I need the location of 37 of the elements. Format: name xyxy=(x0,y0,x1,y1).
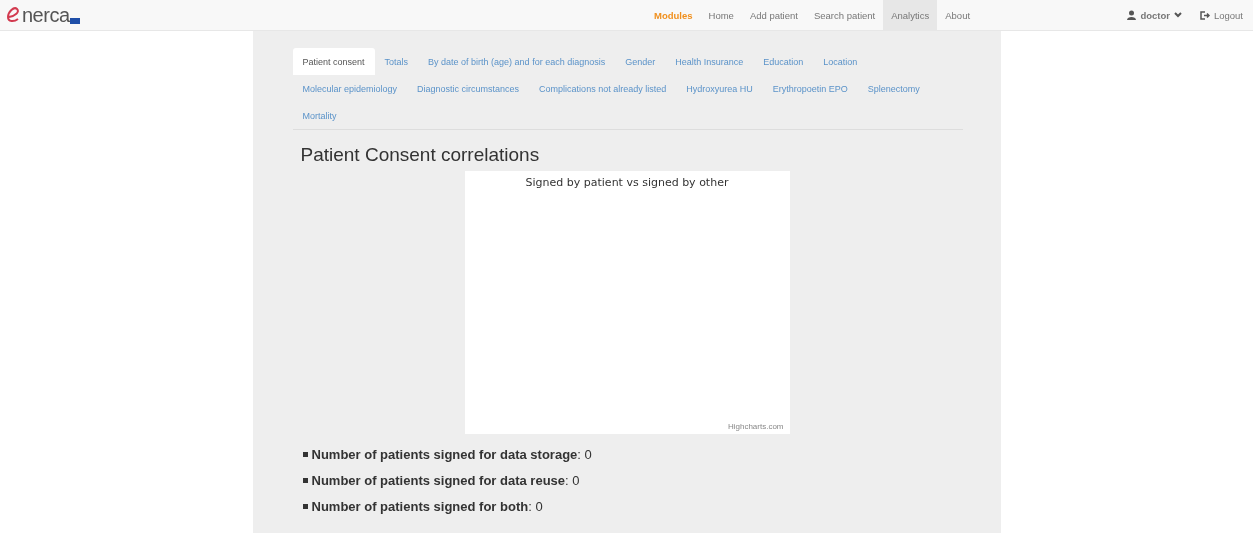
stat-text: Number of patients signed for both: 0 xyxy=(311,499,543,514)
tab[interactable]: Erythropoetin EPO xyxy=(762,75,858,102)
tab[interactable]: Mortality xyxy=(292,102,347,129)
bullet-icon xyxy=(302,504,308,509)
chart-credit[interactable]: Highcharts.com xyxy=(727,422,784,431)
logout-icon xyxy=(1199,10,1210,20)
brand-name[interactable]: nerca xyxy=(22,3,70,27)
tab[interactable]: Gender xyxy=(615,48,666,75)
nav-link[interactable]: Search patient xyxy=(805,0,884,30)
chart-title: Signed by patient vs signed by other xyxy=(525,176,729,189)
stat-text: Number of patients signed for data storage: 0 xyxy=(311,447,592,462)
tab[interactable]: Education xyxy=(753,48,814,75)
bullet-icon xyxy=(302,452,308,457)
logout-link[interactable]: Logout xyxy=(1199,9,1243,21)
user-icon xyxy=(1127,10,1137,20)
bullet-icon xyxy=(302,478,308,483)
tab[interactable]: Hydroxyurea HU xyxy=(676,75,763,102)
chevron-down-icon xyxy=(1173,12,1182,18)
tab[interactable]: Patient consent xyxy=(292,48,375,75)
tab[interactable]: Diagnostic circumstances xyxy=(407,75,530,102)
nav-link[interactable]: Analytics xyxy=(883,0,938,30)
tab[interactable]: By date of birth (age) and for each diagnosis xyxy=(418,48,616,75)
user-menu[interactable]: doctor xyxy=(1127,9,1182,21)
tab[interactable]: Molecular epidemiology xyxy=(292,75,408,102)
tab[interactable]: Health Insurance xyxy=(665,48,754,75)
page-heading: Patient Consent correlations xyxy=(300,144,541,166)
logo-swoosh-icon xyxy=(6,6,22,24)
nav-link[interactable]: Home xyxy=(700,0,742,30)
tab[interactable]: Totals xyxy=(374,48,419,75)
tab[interactable]: Splenectomy xyxy=(857,75,930,102)
stat-text: Number of patients signed for data reuse: 0 xyxy=(311,473,580,488)
modules-menu[interactable]: Modules xyxy=(646,0,701,30)
tab[interactable]: Complications not already listed xyxy=(529,75,677,102)
flag-icon xyxy=(69,17,80,24)
tab[interactable]: Location xyxy=(813,48,868,75)
nav-link[interactable]: Add patient xyxy=(741,0,806,30)
nav-link[interactable]: About xyxy=(937,0,979,30)
